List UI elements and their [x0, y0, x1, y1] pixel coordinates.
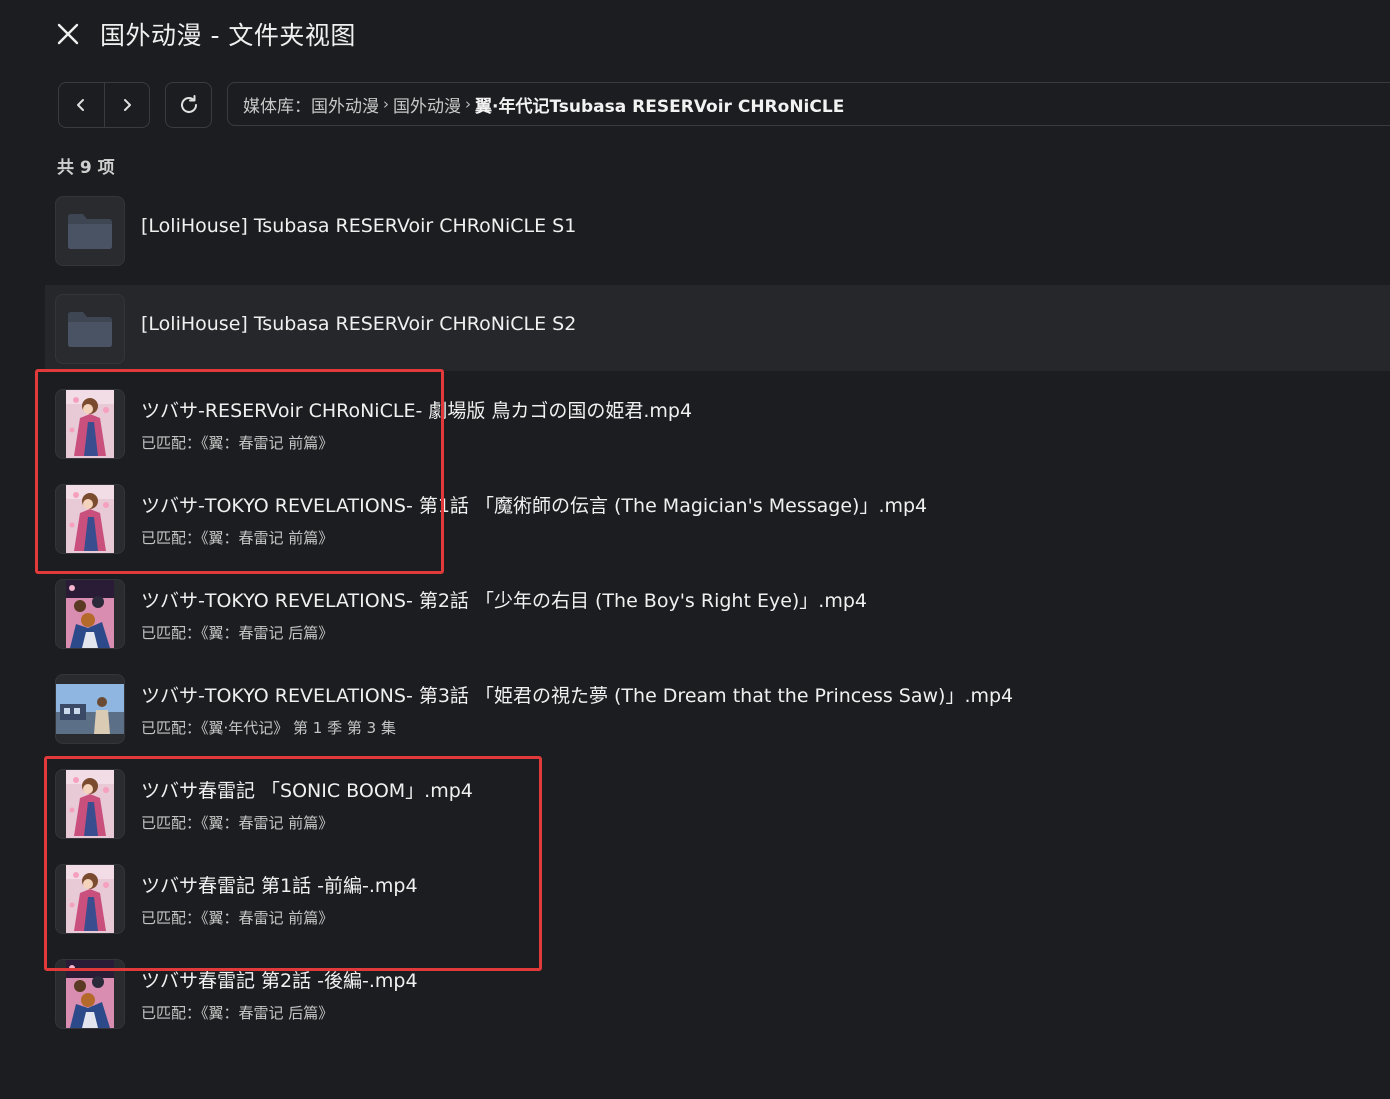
video-thumbnail-icon [66, 485, 114, 553]
video-thumbnail-icon [66, 865, 114, 933]
forward-button[interactable] [103, 83, 150, 127]
item-name: ツバサ春雷記 「SONIC BOOM」.mp4 [141, 780, 473, 802]
close-icon [57, 23, 79, 45]
item-name: [LoliHouse] Tsubasa RESERVoir CHRoNiCLE … [141, 313, 577, 335]
video-thumbnail-icon [66, 960, 114, 1028]
video-thumbnail [55, 389, 125, 459]
file-row[interactable]: ツバサ春雷記 第1話 -前編-.mp4 已匹配：《翼：春雷记 前篇》 [45, 855, 1390, 941]
folder-thumbnail [55, 294, 125, 364]
video-thumbnail-icon [66, 770, 114, 838]
page-title: 国外动漫 - 文件夹视图 [100, 21, 356, 50]
video-thumbnail [55, 579, 125, 649]
breadcrumb-item-current[interactable]: 翼·年代记Tsubasa RESERVoir CHRoNiCLE [475, 92, 844, 117]
item-name: ツバサ-RESERVoir CHRoNiCLE- 劇場版 鳥カゴの国の姫君.mp… [141, 400, 693, 422]
item-name: ツバサ春雷記 第1話 -前編-.mp4 [141, 875, 418, 897]
item-name: ツバサ-TOKYO REVELATIONS- 第1話 「魔術師の伝言 (The … [141, 495, 928, 517]
video-thumbnail [55, 484, 125, 554]
video-thumbnail [55, 769, 125, 839]
file-row[interactable]: ツバサ-TOKYO REVELATIONS- 第3話 「姫君の視た夢 (The … [45, 665, 1390, 751]
item-count: 共 9 项 [57, 158, 115, 178]
match-status: 已匹配：《翼：春雷记 前篇》 [141, 909, 334, 927]
item-name: ツバサ春雷記 第2話 -後編-.mp4 [141, 970, 418, 992]
chevron-right-icon: › [465, 95, 471, 113]
video-thumbnail-icon [66, 580, 114, 648]
folder-view-page: 国外动漫 - 文件夹视图 媒体库：国外动漫 › 国外动漫 › 翼·年代记Tsub… [0, 0, 1390, 1099]
header: 国外动漫 - 文件夹视图 [0, 0, 1390, 70]
item-name: [LoliHouse] Tsubasa RESERVoir CHRoNiCLE … [141, 215, 577, 237]
match-status: 已匹配：《翼：春雷记 前篇》 [141, 529, 334, 547]
folder-row[interactable]: [LoliHouse] Tsubasa RESERVoir CHRoNiCLE … [45, 187, 1390, 273]
file-row[interactable]: ツバサ春雷記 「SONIC BOOM」.mp4 已匹配：《翼：春雷记 前篇》 [45, 760, 1390, 846]
video-thumbnail-icon [56, 684, 124, 734]
match-status: 已匹配：《翼·年代记》 第 1 季 第 3 集 [141, 719, 396, 737]
video-thumbnail [55, 959, 125, 1029]
navigation-buttons [58, 82, 150, 128]
breadcrumb-item-folder[interactable]: 国外动漫 [393, 92, 461, 117]
breadcrumb-item-library[interactable]: 媒体库：国外动漫 [243, 92, 379, 117]
breadcrumb: 媒体库：国外动漫 › 国外动漫 › 翼·年代记Tsubasa RESERVoir… [227, 82, 1390, 126]
video-thumbnail [55, 674, 125, 744]
refresh-button[interactable] [165, 82, 212, 128]
file-row[interactable]: ツバサ-TOKYO REVELATIONS- 第1話 「魔術師の伝言 (The … [45, 475, 1390, 561]
match-status: 已匹配：《翼：春雷记 前篇》 [141, 434, 334, 452]
folder-icon [68, 214, 112, 249]
folder-icon [68, 312, 112, 347]
close-button[interactable] [52, 18, 84, 50]
file-row[interactable]: ツバサ春雷記 第2話 -後編-.mp4 已匹配：《翼：春雷记 后篇》 [45, 950, 1390, 1036]
match-status: 已匹配：《翼：春雷记 后篇》 [141, 1004, 334, 1022]
file-row[interactable]: ツバサ-RESERVoir CHRoNiCLE- 劇場版 鳥カゴの国の姫君.mp… [45, 380, 1390, 466]
file-row[interactable]: ツバサ-TOKYO REVELATIONS- 第2話 「少年の右目 (The B… [45, 570, 1390, 656]
match-status: 已匹配：《翼：春雷记 前篇》 [141, 814, 334, 832]
item-name: ツバサ-TOKYO REVELATIONS- 第2話 「少年の右目 (The B… [141, 590, 867, 612]
video-thumbnail [55, 864, 125, 934]
chevron-right-icon: › [383, 95, 389, 113]
chevron-left-icon [77, 99, 85, 111]
refresh-icon [180, 95, 197, 113]
chevron-right-icon [123, 99, 131, 111]
folder-thumbnail [55, 196, 125, 266]
match-status: 已匹配：《翼：春雷记 后篇》 [141, 624, 334, 642]
item-name: ツバサ-TOKYO REVELATIONS- 第3話 「姫君の視た夢 (The … [141, 685, 1014, 707]
folder-row[interactable]: [LoliHouse] Tsubasa RESERVoir CHRoNiCLE … [45, 285, 1390, 371]
back-button[interactable] [59, 83, 104, 127]
video-thumbnail-icon [66, 390, 114, 458]
